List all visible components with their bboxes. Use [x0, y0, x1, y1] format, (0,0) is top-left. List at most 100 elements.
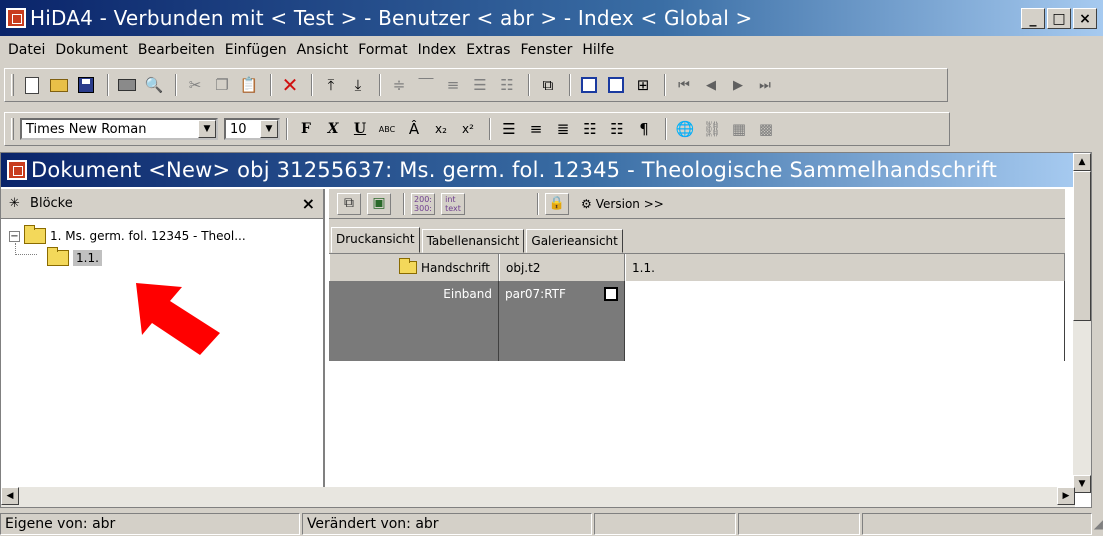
scroll-up-icon[interactable]: ▲ — [1073, 153, 1091, 171]
tab-galerieansicht[interactable]: Galerieansicht — [526, 229, 623, 253]
grid-row-value[interactable] — [625, 281, 1065, 361]
content-pane: ⧉ ▣ 200: 300: int text 🔒 ⚙ Version >> Dr… — [329, 189, 1065, 493]
grid-header-value[interactable]: 1.1. — [625, 254, 1065, 281]
align-bottom-icon[interactable]: ☰ — [468, 74, 492, 96]
superscript-button[interactable]: x² — [456, 118, 480, 140]
italic-button[interactable]: X — [321, 118, 345, 140]
character-map-icon[interactable]: Â — [402, 118, 426, 140]
menu-bearbeiten[interactable]: Bearbeiten — [138, 42, 215, 58]
save-icon[interactable] — [74, 74, 98, 96]
scroll-left-icon[interactable]: ◀ — [1, 487, 19, 505]
align-center-text-icon[interactable]: ≡ — [524, 118, 548, 140]
first-record-icon[interactable]: ⏮ — [672, 74, 696, 96]
toolbar-separator — [569, 74, 571, 96]
previous-record-icon[interactable]: ◀ — [699, 74, 723, 96]
window-search-icon[interactable] — [604, 74, 628, 96]
scroll-down-icon[interactable]: ▼ — [1073, 475, 1091, 493]
field-box-icon[interactable] — [604, 287, 618, 301]
underline-button[interactable]: U — [348, 118, 372, 140]
menu-index[interactable]: Index — [418, 42, 457, 58]
align-right-icon[interactable]: ≣ — [551, 118, 575, 140]
open-folder-icon[interactable] — [47, 74, 71, 96]
subscript-button[interactable]: x₂ — [429, 118, 453, 140]
tree-node-label[interactable]: 1.1. — [73, 250, 102, 266]
image-icon[interactable]: ▣ — [367, 192, 391, 215]
menu-ansicht[interactable]: Ansicht — [297, 42, 349, 58]
menu-einfuegen[interactable]: Einfügen — [225, 42, 287, 58]
grid-alt-icon[interactable]: ▩ — [754, 118, 778, 140]
print-preview-icon[interactable]: 🔍 — [142, 74, 166, 96]
close-button[interactable]: × — [1073, 8, 1097, 29]
content-toolbar: ⧉ ▣ 200: 300: int text 🔒 ⚙ Version >> — [329, 189, 1065, 219]
chevron-down-icon[interactable]: ▼ — [198, 120, 216, 138]
maximize-button[interactable]: □ — [1047, 8, 1071, 29]
delete-icon[interactable]: ✕ — [278, 73, 302, 97]
align-left-icon[interactable]: ☰ — [497, 118, 521, 140]
paragraph-mark-button[interactable]: ¶ — [632, 118, 656, 140]
tree-node-root[interactable]: − 1. Ms. germ. fol. 12345 - Theol... — [9, 225, 323, 247]
grid-row-label[interactable]: Einband — [329, 281, 499, 361]
copy-icon[interactable]: ❐ — [210, 74, 234, 96]
bold-button[interactable]: F — [294, 118, 318, 140]
collapse-toggle-icon[interactable]: − — [9, 230, 20, 242]
horizontal-scrollbar[interactable]: ◀ ▶ — [1, 487, 1075, 507]
insert-above-icon[interactable]: ⤒ — [319, 74, 343, 96]
scroll-right-icon[interactable]: ▶ — [1057, 487, 1075, 505]
scroll-thumb[interactable] — [1073, 171, 1091, 321]
grid-header-field[interactable]: obj.t2 — [499, 254, 625, 281]
tab-tabellenansicht[interactable]: Tabellenansicht — [421, 229, 525, 253]
font-family-select[interactable]: Times New Roman ▼ — [20, 118, 218, 140]
list-icon[interactable]: ☷ — [495, 74, 519, 96]
minimize-button[interactable]: _ — [1021, 8, 1045, 29]
version-button[interactable]: ⚙ Version >> — [581, 197, 664, 211]
strikethrough-button[interactable]: ABC — [375, 118, 399, 140]
menu-fenster[interactable]: Fenster — [520, 42, 572, 58]
paste-icon[interactable]: 📋 — [237, 74, 261, 96]
insert-below-icon[interactable]: ⤓ — [346, 74, 370, 96]
tab-druckansicht[interactable]: Druckansicht — [331, 227, 420, 253]
window-tree-icon[interactable]: ⊞ — [631, 74, 655, 96]
resolution-button[interactable]: 200: 300: — [411, 192, 435, 215]
next-record-icon[interactable]: ▶ — [726, 74, 750, 96]
menu-dokument[interactable]: Dokument — [55, 42, 128, 58]
align-top-icon[interactable]: ⎺ — [414, 74, 438, 96]
lock-icon[interactable]: 🔒 — [545, 192, 569, 215]
last-record-icon[interactable]: ⏭ — [753, 74, 777, 96]
folder-icon — [398, 258, 417, 274]
close-pane-button[interactable]: × — [302, 194, 315, 213]
new-document-icon[interactable] — [20, 74, 44, 96]
window-controls: _ □ × — [1021, 8, 1097, 29]
toolbar-separator — [489, 118, 491, 140]
toolbar-separator — [664, 74, 666, 96]
blocks-tree: − 1. Ms. germ. fol. 12345 - Theol... 1.1… — [1, 219, 323, 269]
menu-hilfe[interactable]: Hilfe — [582, 42, 614, 58]
resize-grip-icon[interactable]: ◢ — [1094, 517, 1103, 531]
menu-datei[interactable]: Datei — [8, 42, 45, 58]
window-tile-icon[interactable] — [577, 74, 601, 96]
grid-icon[interactable]: ▦ — [727, 118, 751, 140]
grid-header-handschrift[interactable]: Handschrift — [329, 254, 499, 281]
grid-row-field[interactable]: par07:RTF — [499, 281, 625, 361]
chevron-down-icon[interactable]: ▼ — [260, 120, 278, 138]
toolbar-grip[interactable] — [11, 118, 14, 140]
cut-icon[interactable]: ✂ — [183, 74, 207, 96]
numbered-list-icon[interactable]: ☷ — [605, 118, 629, 140]
menu-format[interactable]: Format — [358, 42, 407, 58]
font-size-select[interactable]: 10 ▼ — [224, 118, 280, 140]
hierarchy-icon[interactable]: ⧉ — [536, 74, 560, 96]
align-middle-icon[interactable]: ≡ — [441, 74, 465, 96]
bullet-list-icon[interactable]: ☷ — [578, 118, 602, 140]
tree-node-label[interactable]: 1. Ms. germ. fol. 12345 - Theol... — [50, 229, 246, 243]
tree-node-child[interactable]: 1.1. — [9, 247, 323, 269]
font-size-value: 10 — [230, 121, 247, 137]
tree-view-icon[interactable]: ⧉ — [337, 192, 361, 215]
globe-icon[interactable]: 🌐 — [673, 118, 697, 140]
align-center-icon[interactable]: ≑ — [387, 74, 411, 96]
status-cell-4 — [737, 513, 860, 535]
toolbar-grip[interactable] — [11, 74, 14, 96]
menu-extras[interactable]: Extras — [466, 42, 510, 58]
link-icon[interactable]: ⛓ — [700, 118, 724, 140]
internal-text-button[interactable]: int text — [441, 192, 465, 215]
vertical-scrollbar[interactable]: ▲ ▼ — [1073, 153, 1091, 493]
print-icon[interactable] — [115, 74, 139, 96]
